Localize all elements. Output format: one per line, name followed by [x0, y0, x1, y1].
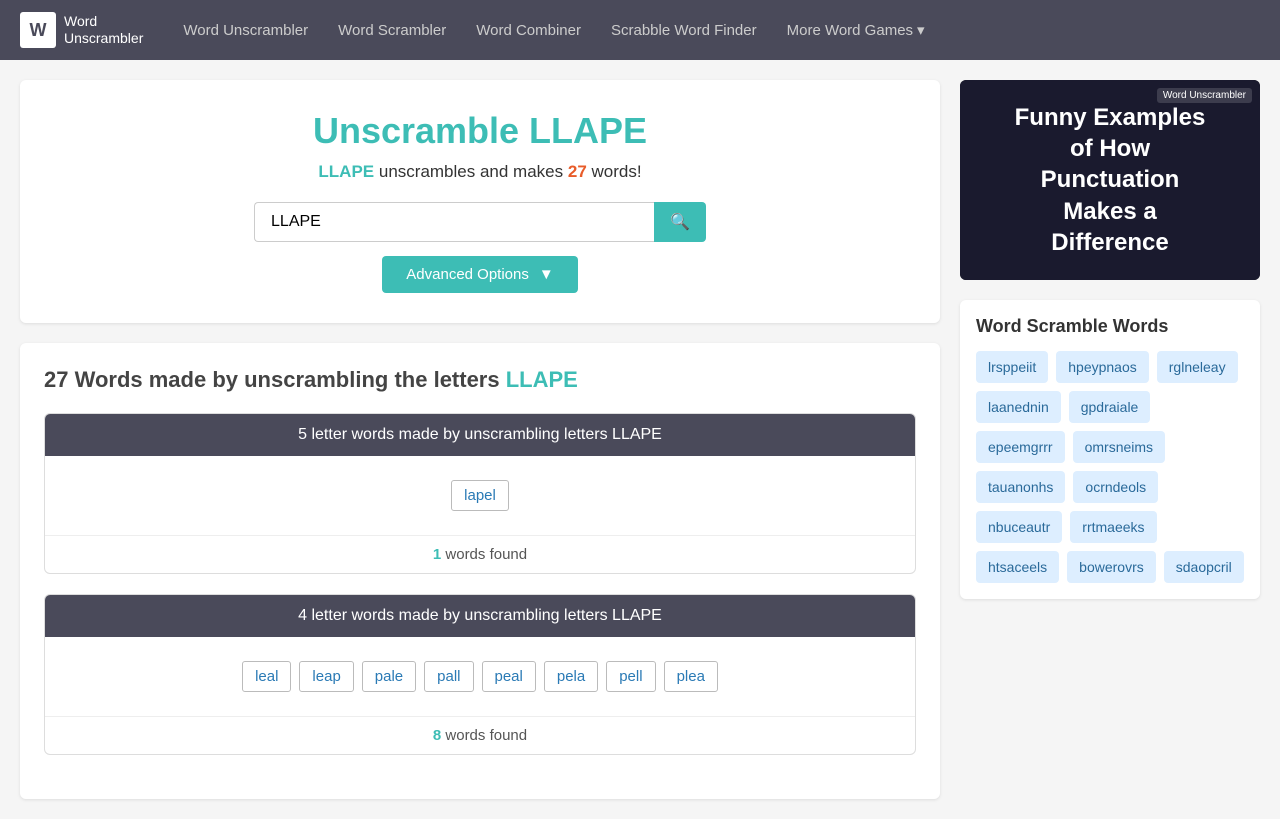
word-tile[interactable]: leap [299, 661, 353, 692]
word-tile[interactable]: pale [362, 661, 416, 692]
sidebar-ad[interactable]: Word Unscrambler Funny Examples of How P… [960, 80, 1260, 280]
word-group-5: 5 letter words made by unscrambling lett… [44, 413, 916, 574]
hero-subtitle: LLAPE unscrambles and makes 27 words! [40, 162, 920, 182]
nav-links: Word Unscrambler Word Scrambler Word Com… [183, 21, 924, 39]
word-scramble-title: Word Scramble Words [976, 316, 1244, 337]
search-button[interactable]: 🔍 [654, 202, 706, 242]
page-title: Unscramble LLAPE [40, 110, 920, 152]
scramble-tile[interactable]: laanednin [976, 391, 1061, 423]
scramble-tile[interactable]: gpdraiale [1069, 391, 1151, 423]
scramble-tile[interactable]: sdaopcril [1164, 551, 1244, 583]
dropdown-arrow-icon: ▾ [917, 21, 925, 39]
word-group-body-5: lapel [45, 456, 915, 535]
logo-link[interactable]: W Word Unscrambler [20, 12, 143, 48]
advanced-arrow-icon: ▼ [539, 266, 554, 283]
nav-scrabble-word-finder[interactable]: Scrabble Word Finder [611, 22, 757, 39]
nav-more-word-games[interactable]: More Word Games ▾ [787, 21, 925, 39]
word-group-footer-4: 8 words found [45, 716, 915, 754]
ad-headline: Funny Examples of How Punctuation Makes … [1015, 102, 1206, 258]
word-tile[interactable]: pela [544, 661, 598, 692]
scramble-tile[interactable]: tauanonhs [976, 471, 1065, 503]
ad-image: Word Unscrambler Funny Examples of How P… [960, 80, 1260, 280]
scramble-tile[interactable]: rrtmaeeks [1070, 511, 1156, 543]
word-tile[interactable]: peal [482, 661, 536, 692]
word-group-header-4: 4 letter words made by unscrambling lett… [45, 595, 915, 637]
search-input[interactable] [254, 202, 654, 242]
logo-icon: W [20, 12, 56, 48]
word-tile[interactable]: leal [242, 661, 291, 692]
nav-word-scrambler[interactable]: Word Scrambler [338, 22, 446, 39]
scramble-grid: lrsppeiithpeypnaosrglneleay laanedningpdr… [976, 351, 1244, 583]
scramble-tile[interactable]: omrsneims [1073, 431, 1165, 463]
scramble-tile[interactable]: epeemgrrr [976, 431, 1065, 463]
page-wrapper: Unscramble LLAPE LLAPE unscrambles and m… [0, 60, 1280, 819]
advanced-options-button[interactable]: Advanced Options ▼ [382, 256, 577, 293]
ad-logo-badge: Word Unscrambler [1157, 88, 1252, 103]
scramble-tile[interactable]: nbuceautr [976, 511, 1062, 543]
scramble-tile[interactable]: hpeypnaos [1056, 351, 1149, 383]
ad-text-block: Funny Examples of How Punctuation Makes … [1005, 92, 1216, 268]
word-tile[interactable]: plea [664, 661, 718, 692]
word-tile[interactable]: pell [606, 661, 655, 692]
search-icon: 🔍 [670, 214, 690, 231]
scramble-tile[interactable]: htsaceels [976, 551, 1059, 583]
results-section: 27 Words made by unscrambling the letter… [20, 343, 940, 799]
main-content: Unscramble LLAPE LLAPE unscrambles and m… [20, 80, 940, 799]
sidebar: Word Unscrambler Funny Examples of How P… [960, 80, 1260, 799]
logo-text: Word Unscrambler [64, 13, 143, 47]
hero-section: Unscramble LLAPE LLAPE unscrambles and m… [20, 80, 940, 323]
scramble-tile[interactable]: ocrndeols [1073, 471, 1158, 503]
results-heading: 27 Words made by unscrambling the letter… [44, 367, 916, 393]
navbar: W Word Unscrambler Word Unscrambler Word… [0, 0, 1280, 60]
word-scramble-section: Word Scramble Words lrsppeiithpeypnaosrg… [960, 300, 1260, 599]
scramble-tile[interactable]: rglneleay [1157, 351, 1238, 383]
word-group-body-4: leal leap pale pall peal pela pell plea [45, 637, 915, 716]
word-group-4: 4 letter words made by unscrambling lett… [44, 594, 916, 755]
word-tile[interactable]: lapel [451, 480, 509, 511]
nav-word-unscrambler[interactable]: Word Unscrambler [183, 22, 308, 39]
word-group-header-5: 5 letter words made by unscrambling lett… [45, 414, 915, 456]
search-bar: 🔍 [40, 202, 920, 242]
word-tile[interactable]: pall [424, 661, 473, 692]
word-group-footer-5: 1 words found [45, 535, 915, 573]
scramble-tile[interactable]: lrsppeiit [976, 351, 1048, 383]
scramble-tile[interactable]: bowerovrs [1067, 551, 1156, 583]
nav-word-combiner[interactable]: Word Combiner [476, 22, 581, 39]
